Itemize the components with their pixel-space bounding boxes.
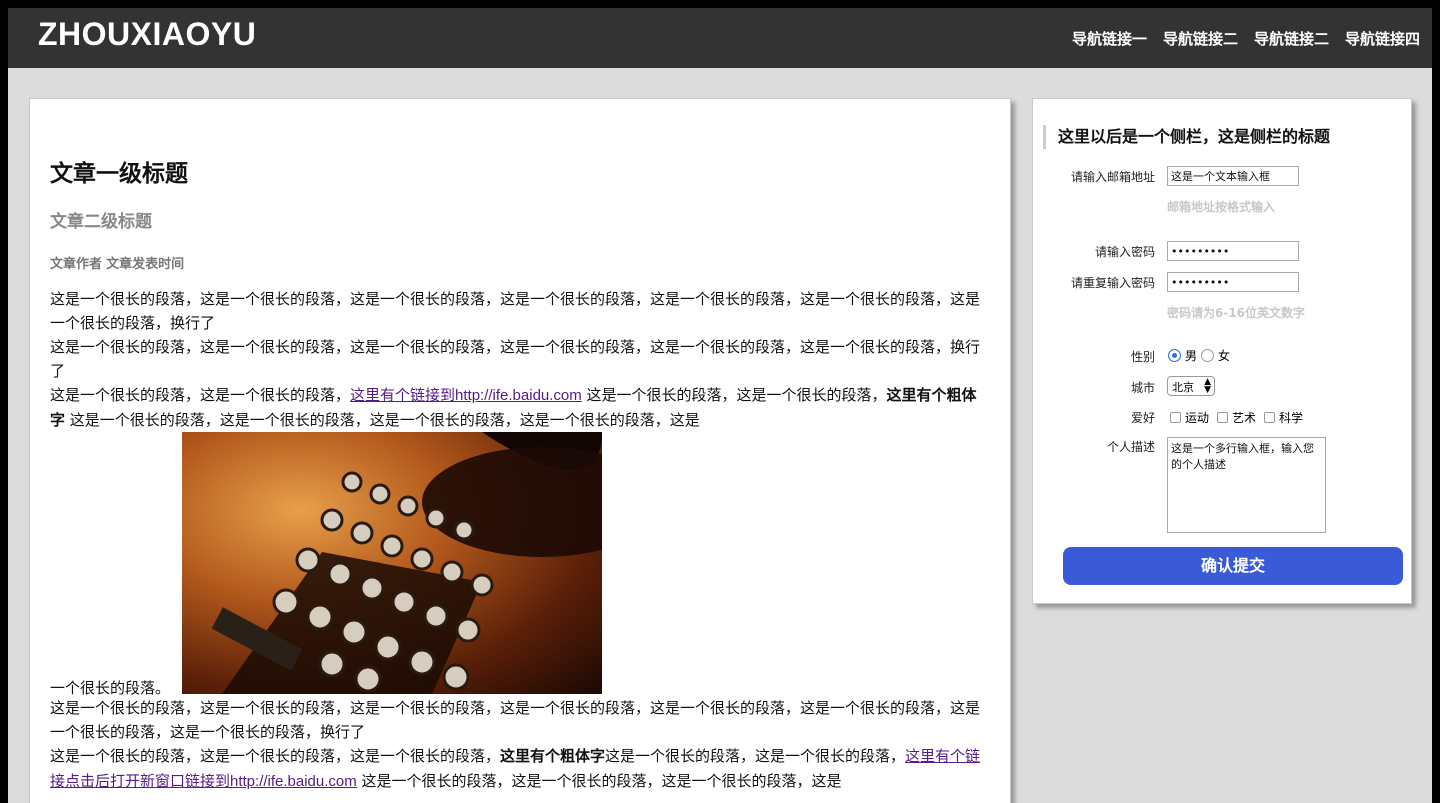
article-time: 文章发表时间 bbox=[106, 257, 185, 272]
hobby-group: 运动 艺术 科学 bbox=[1170, 409, 1303, 426]
hobby-science-label: 科学 bbox=[1279, 411, 1304, 425]
hobby-art-label: 艺术 bbox=[1232, 411, 1257, 425]
paragraph-5-text-b: 这是一个很长的段落，这是一个很长的段落， bbox=[605, 747, 906, 765]
city-select[interactable]: 北京 ▲ ▼ bbox=[1167, 376, 1215, 396]
nav-link-2[interactable]: 导航链接二 bbox=[1163, 28, 1238, 49]
description-textarea[interactable]: 这是一个多行输入框，输入您的个人描述 bbox=[1167, 437, 1326, 533]
hobby-sport-checkbox[interactable] bbox=[1170, 412, 1181, 423]
paragraph-3: 这是一个很长的段落，这是一个很长的段落，这里有个链接到http://ife.ba… bbox=[50, 383, 990, 432]
paragraph-3-text-a: 这是一个很长的段落，这是一个很长的段落， bbox=[50, 386, 351, 404]
image-line: 一个很长的段落。 bbox=[50, 432, 990, 697]
typewriter-keys-graphic bbox=[211, 432, 602, 694]
password-label: 请输入密码 bbox=[1094, 245, 1155, 259]
article-body: 这是一个很长的段落，这是一个很长的段落，这是一个很长的段落，这是一个很长的段落，… bbox=[50, 287, 990, 794]
submit-button[interactable]: 确认提交 bbox=[1063, 547, 1403, 585]
gender-female-label: 女 bbox=[1218, 349, 1231, 363]
password-hint: 密码请为6-16位英文数字 bbox=[1167, 306, 1306, 320]
site-logo[interactable]: ZHOUXIAOYU bbox=[38, 16, 256, 53]
password-repeat-field[interactable] bbox=[1167, 272, 1299, 292]
paragraph-5: 这是一个很长的段落，这是一个很长的段落，这是一个很长的段落，这里有个粗体字这是一… bbox=[50, 744, 990, 794]
gender-male-label: 男 bbox=[1185, 349, 1198, 363]
nav-link-3[interactable]: 导航链接二 bbox=[1254, 28, 1329, 49]
nav-link-1[interactable]: 导航链接一 bbox=[1072, 28, 1147, 49]
city-label: 城市 bbox=[1130, 381, 1155, 395]
sidebar: 这里以后是一个侧栏，这是侧栏的标题 请输入邮箱地址 邮箱地址按格式输入 请输入密… bbox=[1032, 98, 1412, 604]
password-field[interactable] bbox=[1167, 241, 1299, 261]
paragraph-3-text-b: 这是一个很长的段落，这是一个很长的段落， bbox=[581, 386, 887, 404]
paragraph-3-tail: 一个很长的段落。 bbox=[50, 679, 171, 697]
page: ZHOUXIAOYU 导航链接一 导航链接二 导航链接二 导航链接四 文章一级标… bbox=[8, 8, 1432, 803]
hobby-label: 爱好 bbox=[1130, 411, 1155, 425]
description-label: 个人描述 bbox=[1106, 440, 1155, 454]
paragraph-5-text-c: 这是一个很长的段落，这是一个很长的段落，这是一个很长的段落，这是 bbox=[356, 772, 842, 790]
password-repeat-label: 请重复输入密码 bbox=[1070, 276, 1155, 290]
email-hint: 邮箱地址按格式输入 bbox=[1167, 200, 1276, 214]
gender-female-radio[interactable] bbox=[1201, 349, 1215, 362]
email-label: 请输入邮箱地址 bbox=[1070, 170, 1155, 184]
article-subtitle: 文章二级标题 bbox=[50, 212, 152, 232]
paragraph-5-text-a: 这是一个很长的段落，这是一个很长的段落，这是一个很长的段落， bbox=[50, 747, 501, 765]
gender-group: 男 女 bbox=[1168, 347, 1230, 364]
typewriter-image bbox=[182, 432, 602, 694]
hobby-science-checkbox[interactable] bbox=[1264, 412, 1276, 423]
email-field[interactable] bbox=[1167, 166, 1299, 186]
city-select-value: 北京 bbox=[1172, 381, 1194, 394]
paragraph-3-text-c: 这是一个很长的段落，这是一个很长的段落，这是一个很长的段落，这是一个很长的段落，… bbox=[65, 411, 700, 429]
article-author: 文章作者 bbox=[50, 257, 103, 272]
paragraph-4: 这是一个很长的段落，这是一个很长的段落，这是一个很长的段落，这是一个很长的段落，… bbox=[50, 699, 981, 741]
article-title: 文章一级标题 bbox=[50, 161, 188, 187]
bold-text-2: 这里有个粗体字 bbox=[500, 747, 606, 765]
gender-male-radio[interactable] bbox=[1168, 349, 1181, 362]
article: 文章一级标题 文章二级标题 文章作者 文章发表时间 这是一个很长的段落，这是一个… bbox=[29, 98, 1011, 803]
article-meta: 文章作者 文章发表时间 bbox=[50, 253, 184, 272]
gender-label: 性别 bbox=[1130, 350, 1155, 364]
select-arrows-icon: ▲ ▼ bbox=[1204, 377, 1211, 395]
sidebar-title: 这里以后是一个侧栏，这是侧栏的标题 bbox=[1043, 125, 1330, 149]
paragraph-1: 这是一个很长的段落，这是一个很长的段落，这是一个很长的段落，这是一个很长的段落，… bbox=[50, 290, 981, 332]
nav: 导航链接一 导航链接二 导航链接二 导航链接四 bbox=[1072, 28, 1420, 49]
hobby-sport-label: 运动 bbox=[1185, 411, 1210, 425]
hobby-art-checkbox[interactable] bbox=[1217, 412, 1229, 423]
paragraph-2: 这是一个很长的段落，这是一个很长的段落，这是一个很长的段落，这是一个很长的段落，… bbox=[50, 338, 981, 380]
nav-link-4[interactable]: 导航链接四 bbox=[1345, 28, 1420, 49]
baidu-link[interactable]: 这里有个链接到http://ife.baidu.com bbox=[350, 387, 582, 404]
header: ZHOUXIAOYU 导航链接一 导航链接二 导航链接二 导航链接四 bbox=[8, 8, 1432, 68]
